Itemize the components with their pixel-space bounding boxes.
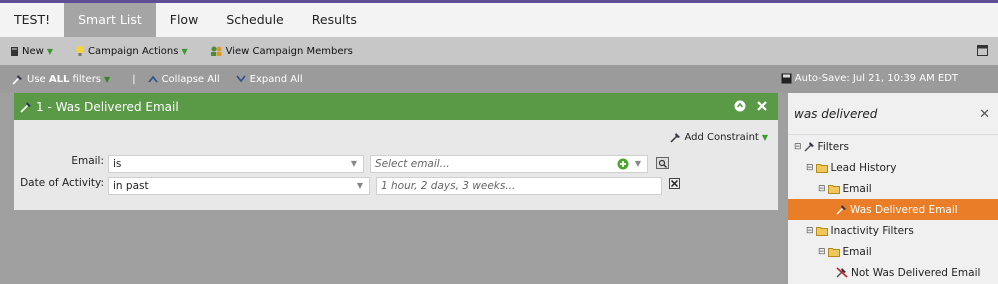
use-all-caret-icon: ▼ — [104, 74, 111, 84]
tree-node-lead-history[interactable]: ⊟ Lead History — [806, 157, 896, 178]
folder-icon — [815, 163, 828, 173]
card-actions — [734, 100, 768, 112]
filter-title: 1 - Was Delivered Email — [36, 99, 179, 114]
expand-all-label: Expand All — [249, 73, 303, 85]
new-button[interactable]: New ▼ — [10, 46, 53, 57]
collapse-all-label: Collapse All — [161, 73, 220, 85]
collapse-toggle-icon[interactable]: ⊟ — [818, 247, 826, 257]
date-operator-select[interactable]: in past ▼ — [108, 177, 370, 195]
add-icon[interactable] — [617, 158, 629, 170]
filter-search-value: was delivered — [794, 106, 878, 121]
move-up-icon[interactable] — [734, 100, 746, 112]
collapse-toggle-icon[interactable]: ⊟ — [806, 226, 814, 236]
tree-label: Was Delivered Email — [850, 203, 958, 216]
tree-label: Email — [842, 245, 872, 258]
wand-icon — [12, 74, 22, 85]
tab-bar: TEST! Smart List Flow Schedule Results — [0, 3, 998, 37]
filter-search-input[interactable]: was delivered — [788, 93, 998, 135]
add-constraint-icon — [670, 133, 681, 143]
autosave-text: Auto-Save: Jul 21, 10:39 AM EDT — [794, 73, 958, 84]
email-label: Email: — [71, 155, 104, 167]
use-all-filters-dropdown[interactable]: Use ALL filters ▼ — [12, 74, 110, 85]
email-operator-caret-icon: ▼ — [350, 159, 357, 168]
add-constraint-button[interactable]: Add Constraint ▼ — [670, 132, 768, 143]
email-operator-select[interactable]: is ▼ — [108, 155, 364, 173]
tab-flow[interactable]: Flow — [156, 3, 213, 37]
use-label: Use — [27, 73, 46, 85]
folder-icon — [827, 184, 840, 194]
campaign-actions-button[interactable]: Campaign Actions ▼ — [75, 45, 188, 57]
add-constraint-caret-icon: ▼ — [761, 133, 768, 142]
email-browse-icon[interactable] — [656, 157, 669, 169]
view-campaign-members-button[interactable]: View Campaign Members — [210, 45, 353, 57]
filter-search-panel: was delivered ✕ ⊟ Filters ⊟ Lead History… — [788, 93, 998, 284]
date-operator-value: in past — [113, 180, 149, 192]
tree-node-was-delivered-email[interactable]: Was Delivered Email — [836, 199, 958, 220]
filter-card-header: 1 - Was Delivered Email — [14, 93, 778, 120]
tree-label: Email — [842, 182, 872, 195]
filters-label: filters — [72, 73, 102, 85]
negated-wand-icon — [836, 267, 848, 278]
remove-constraint-icon[interactable] — [669, 178, 680, 189]
filter-bar: Use ALL filters ▼ | Collapse All Expand … — [0, 65, 998, 93]
toolbar-separator: | — [132, 73, 136, 85]
collapse-toggle-icon[interactable]: ⊟ — [818, 184, 826, 194]
email-placeholder: Select email... — [375, 158, 450, 170]
tree-node-not-was-delivered-email[interactable]: Not Was Delivered Email — [836, 262, 980, 283]
view-campaign-members-label: View Campaign Members — [225, 45, 353, 57]
collapse-toggle-icon[interactable]: ⊟ — [794, 142, 802, 152]
collapse-icon — [147, 75, 158, 83]
email-value-caret-icon: ▼ — [634, 159, 641, 168]
new-label: New — [22, 45, 44, 57]
date-operator-caret-icon: ▼ — [356, 181, 363, 190]
email-operator-value: is — [113, 158, 122, 170]
tree-label: Lead History — [830, 161, 897, 174]
save-icon — [781, 73, 792, 84]
folder-icon — [827, 247, 840, 257]
campaign-actions-caret-icon: ▼ — [181, 46, 188, 56]
collapse-all-button[interactable]: Collapse All — [147, 73, 220, 85]
autosave-status: Auto-Save: Jul 21, 10:39 AM EDT — [781, 73, 958, 84]
date-of-activity-label: Date of Activity: — [20, 177, 104, 189]
tree-label: Inactivity Filters — [830, 224, 914, 237]
expand-all-button[interactable]: Expand All — [236, 74, 303, 85]
campaign-actions-label: Campaign Actions — [87, 45, 179, 57]
email-value-select[interactable]: Select email... ▼ — [370, 155, 648, 173]
lightbulb-icon — [76, 45, 84, 56]
wand-icon — [804, 142, 814, 152]
date-value-input[interactable]: 1 hour, 2 days, 3 weeks... — [376, 177, 662, 195]
close-icon[interactable] — [756, 100, 768, 112]
window-icon — [977, 45, 988, 56]
tree-node-email[interactable]: ⊟ Email — [818, 241, 872, 262]
new-caret-icon: ▼ — [46, 46, 53, 56]
collapse-toggle-icon[interactable]: ⊟ — [806, 163, 814, 173]
clear-search-icon[interactable]: ✕ — [979, 107, 990, 122]
date-placeholder: 1 hour, 2 days, 3 weeks... — [381, 180, 516, 192]
filter-card: 1 - Was Delivered Email Add Constraint ▼… — [14, 93, 778, 210]
wand-icon — [836, 205, 846, 215]
date-row: Date of Activity: — [14, 177, 108, 189]
toolbar: New ▼ Campaign Actions ▼ View Campaign M… — [0, 37, 998, 65]
expand-icon — [236, 75, 246, 83]
smart-list-canvas: 1 - Was Delivered Email Add Constraint ▼… — [0, 93, 788, 284]
tree-label: Filters — [817, 140, 850, 153]
tab-test[interactable]: TEST! — [0, 3, 64, 37]
filter-wand-icon — [20, 101, 31, 113]
tree-label: Not Was Delivered Email — [851, 266, 981, 279]
tree-node-inactivity-filters[interactable]: ⊟ Inactivity Filters — [806, 220, 914, 241]
window-toggle-button[interactable] — [977, 45, 988, 59]
tree-node-filters[interactable]: ⊟ Filters — [794, 136, 849, 157]
tab-smart-list[interactable]: Smart List — [64, 3, 156, 37]
tab-schedule[interactable]: Schedule — [212, 3, 297, 37]
members-icon — [210, 46, 222, 56]
folder-icon — [815, 226, 828, 236]
tree-node-email[interactable]: ⊟ Email — [818, 178, 872, 199]
add-constraint-label: Add Constraint — [684, 132, 759, 143]
email-row: Email: — [14, 155, 108, 167]
new-icon — [11, 46, 18, 56]
tab-results[interactable]: Results — [298, 3, 371, 37]
all-label: ALL — [48, 73, 70, 85]
